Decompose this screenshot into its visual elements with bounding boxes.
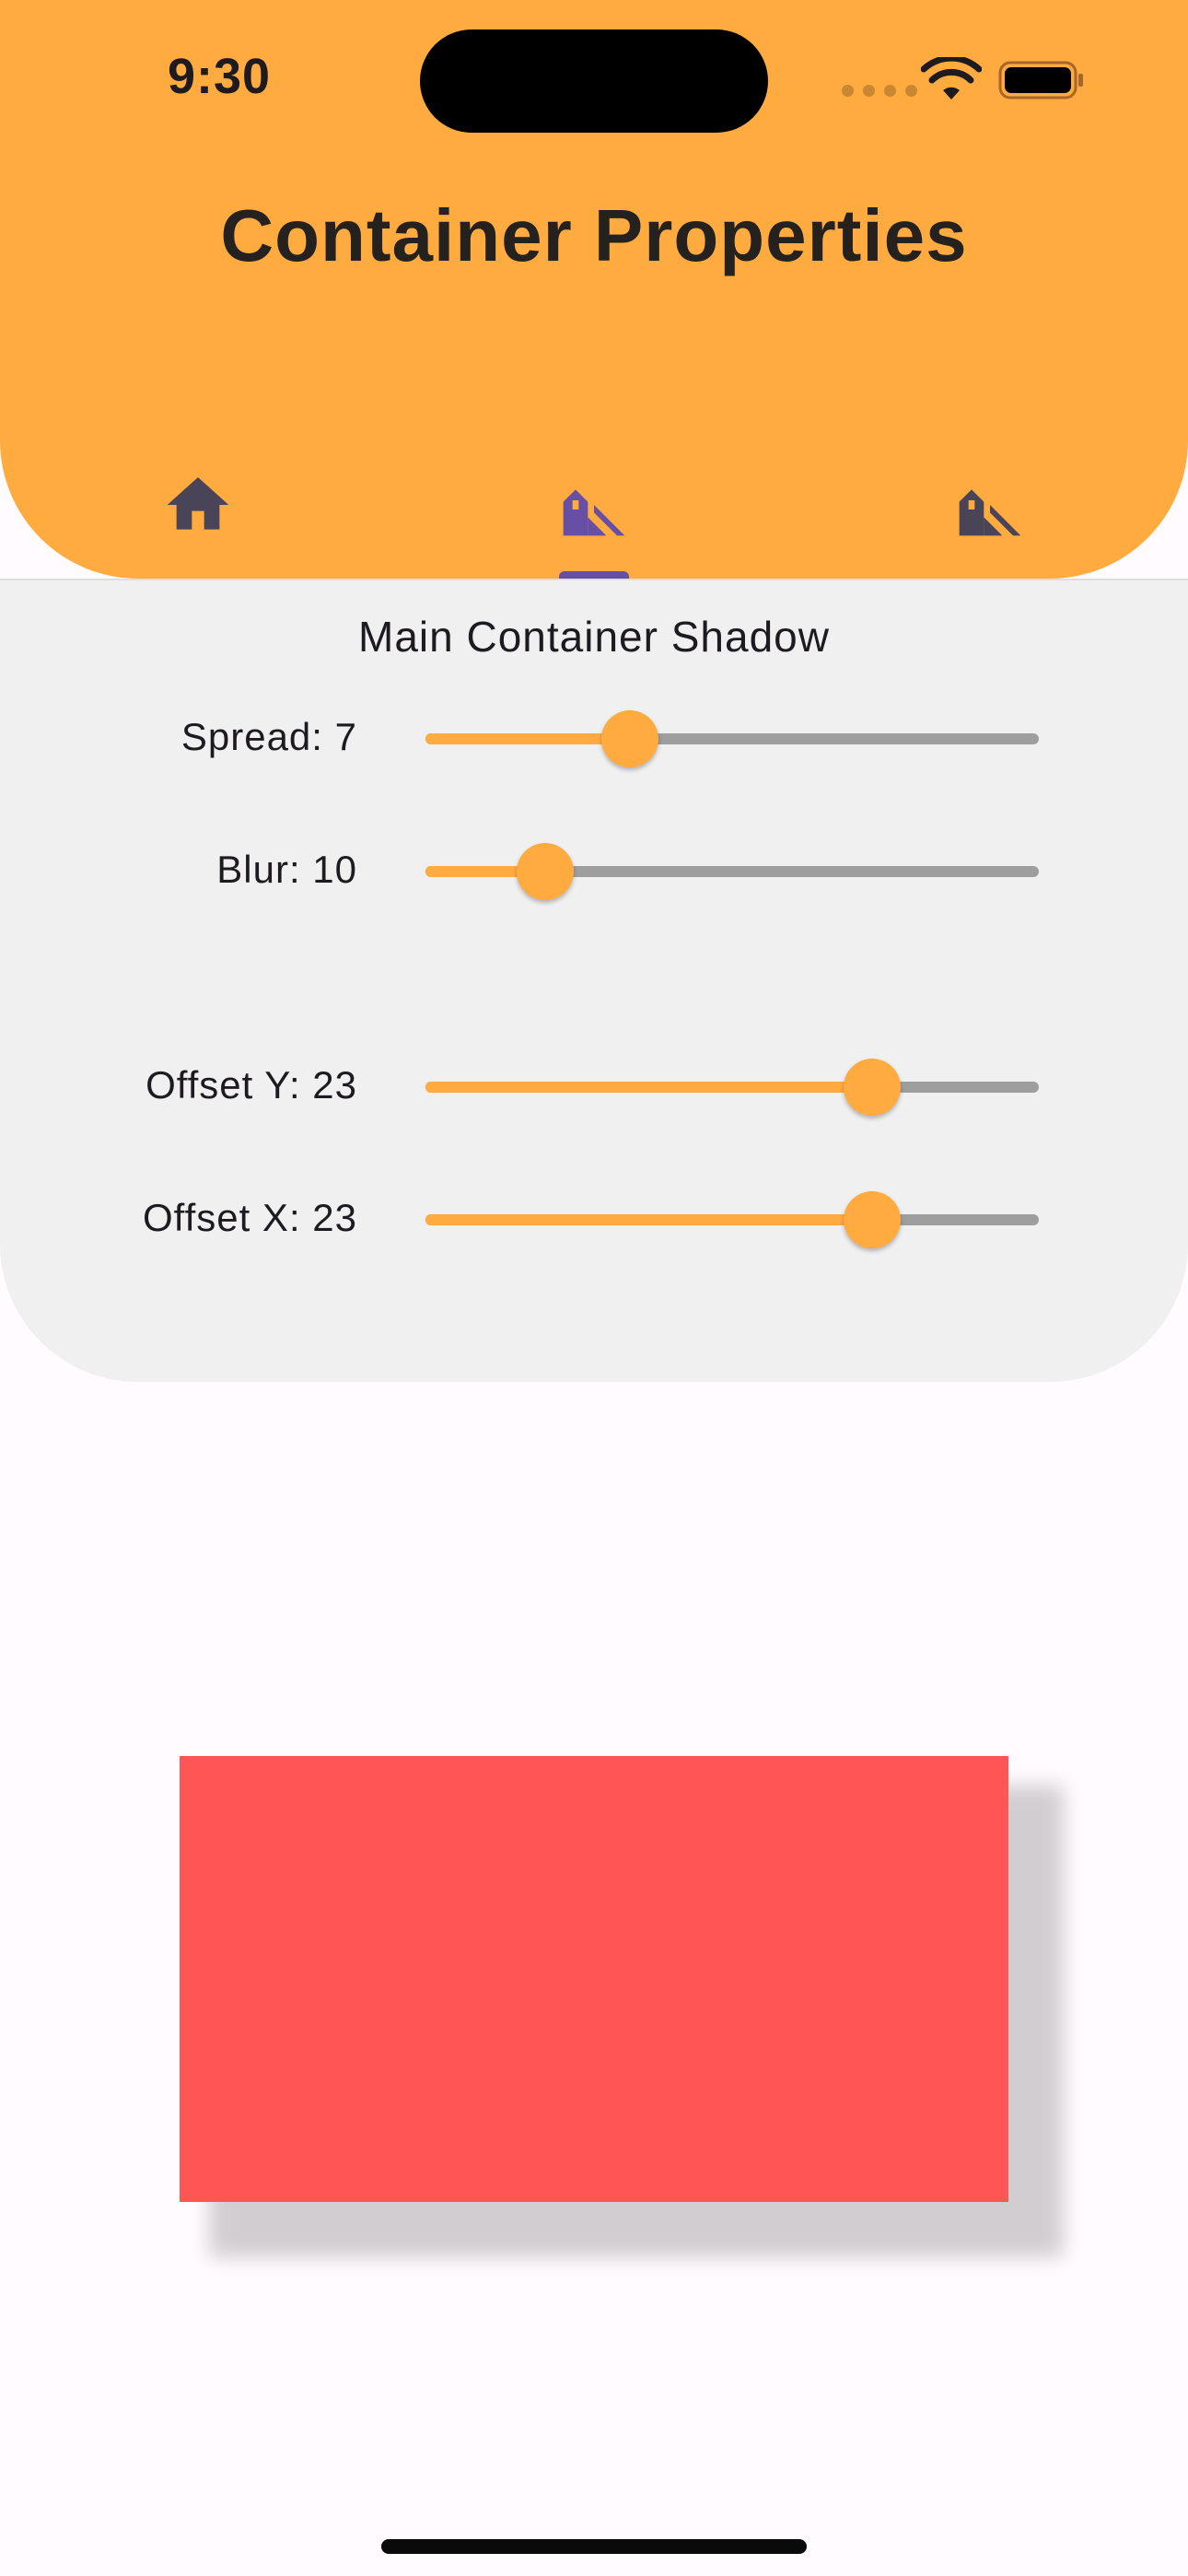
app-bar: 9:30 Container Properties [0, 0, 1188, 579]
spread-slider[interactable] [425, 710, 1039, 767]
offset-x-slider[interactable] [425, 1191, 1039, 1248]
panel-title: Main Container Shadow [358, 613, 830, 661]
tab-second-shadow[interactable] [953, 468, 1027, 542]
page-title: Container Properties [220, 194, 968, 276]
spread-slider-row: Spread: 7 [0, 702, 1188, 776]
slider-thumb[interactable] [600, 710, 658, 767]
slider-active-track [425, 733, 630, 744]
spread-label: Spread: 7 [181, 715, 357, 758]
blur-slider[interactable] [425, 843, 1039, 900]
blur-slider-row: Blur: 10 [0, 835, 1188, 908]
divider [0, 579, 1188, 580]
blur-label: Blur: 10 [216, 848, 357, 891]
shadow-preview-container [180, 1756, 1008, 2202]
home-indicator [381, 2539, 807, 2554]
offset-x-slider-row: Offset X: 23 [0, 1183, 1188, 1257]
offset-y-label: Offset Y: 23 [146, 1063, 357, 1107]
slider-active-track [425, 1082, 872, 1093]
offset-y-slider-row: Offset Y: 23 [0, 1050, 1188, 1124]
tab-home[interactable] [161, 468, 235, 542]
cellular-signal-icon [842, 85, 917, 97]
dynamic-island [420, 29, 768, 133]
slider-thumb[interactable] [843, 1059, 901, 1116]
slider-thumb[interactable] [516, 843, 574, 900]
home-icon [167, 477, 229, 530]
slider-active-track [425, 1214, 872, 1225]
house-shadow-icon [563, 489, 625, 536]
tab-main-shadow[interactable] [557, 468, 631, 542]
house-shadow-icon [959, 489, 1021, 536]
offset-y-slider[interactable] [425, 1059, 1039, 1116]
tab-indicator [559, 571, 629, 579]
status-time: 9:30 [168, 49, 272, 104]
slider-thumb[interactable] [843, 1191, 901, 1248]
offset-x-label: Offset X: 23 [142, 1196, 357, 1239]
battery-icon [998, 61, 1083, 100]
wifi-icon [921, 57, 982, 100]
shadow-controls-panel: Main Container Shadow Spread: 7 Blur: 10… [0, 579, 1188, 1382]
